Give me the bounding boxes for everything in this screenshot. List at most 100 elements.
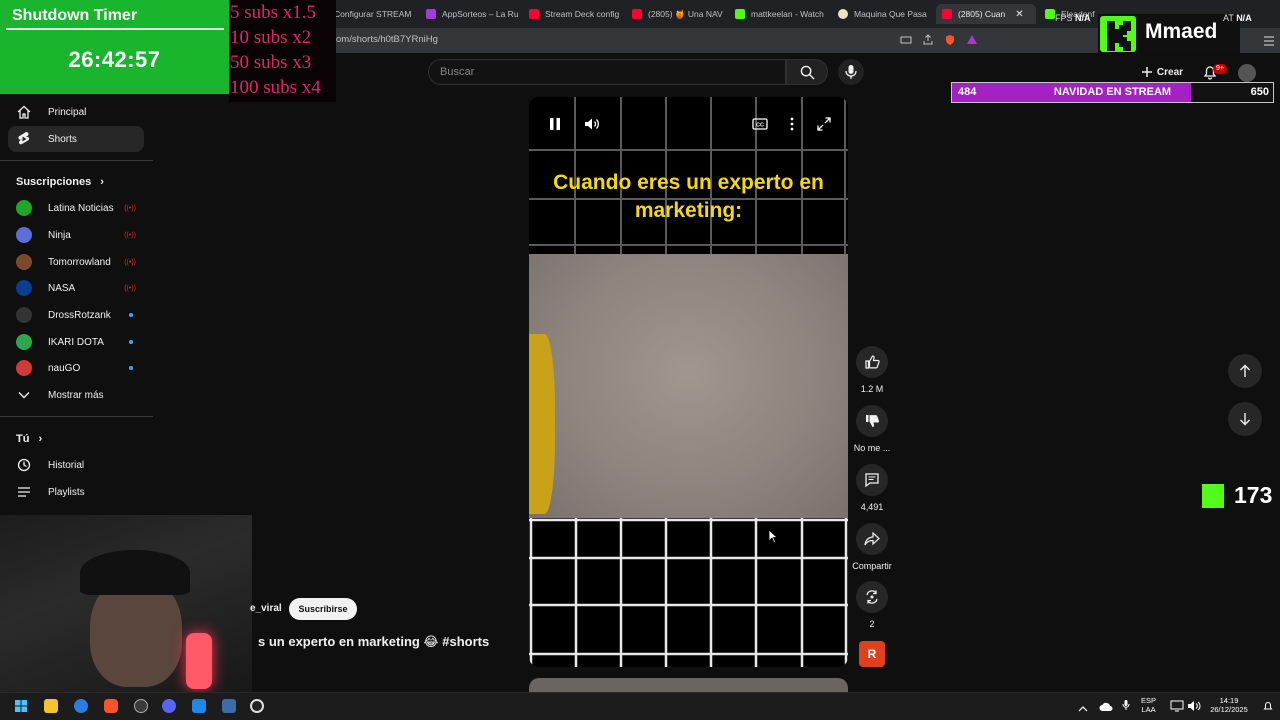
notification-badge: 9+: [1213, 64, 1227, 74]
streamer-name: Mmaed: [1145, 20, 1218, 43]
kick-viewer-counter: 173: [1202, 482, 1272, 509]
new-content-dot: [129, 340, 133, 344]
live-indicator-icon: ((•)): [124, 204, 136, 212]
system-clock[interactable]: 14:19 26/12/2025: [1206, 696, 1252, 714]
microphone-icon[interactable]: [1122, 698, 1130, 716]
timer-divider: [6, 28, 224, 30]
remix-action[interactable]: 2: [851, 581, 893, 629]
dislike-button[interactable]: [856, 405, 888, 437]
share-arrow-icon: [864, 532, 880, 546]
show-more-button[interactable]: Mostrar más: [8, 382, 144, 408]
voice-search-button[interactable]: [838, 59, 864, 85]
comments-button[interactable]: [856, 464, 888, 496]
sidebar-sub-ikari-dota[interactable]: IKARI DOTA: [8, 329, 144, 355]
subscriptions-header[interactable]: Suscripciones ›: [16, 176, 104, 188]
sound-badge[interactable]: R: [859, 641, 885, 667]
edge-icon[interactable]: [74, 699, 88, 713]
fullscreen-button[interactable]: [814, 115, 834, 133]
create-label: Crear: [1156, 66, 1184, 78]
remix-icon: [866, 590, 878, 604]
pause-button[interactable]: [545, 115, 565, 133]
volume-button[interactable]: [582, 115, 602, 133]
previous-short-button[interactable]: [1228, 354, 1262, 388]
remix-button[interactable]: [856, 581, 888, 613]
like-button[interactable]: [856, 346, 888, 378]
brave-icon[interactable]: [104, 699, 118, 713]
obs-icon[interactable]: [134, 699, 148, 713]
browser-tab[interactable]: AppSorteos – La Ru: [426, 4, 518, 24]
chevron-down-icon: [16, 387, 32, 403]
channel-name[interactable]: e_viral: [250, 603, 282, 614]
search-button[interactable]: [786, 59, 828, 85]
volume-icon[interactable]: [1187, 699, 1201, 717]
sidebar-sub-ninja[interactable]: Ninja ((•)): [8, 222, 144, 248]
tab-favicon-icon: [426, 9, 436, 19]
tab-favicon-icon: [942, 9, 952, 19]
discord-icon[interactable]: [162, 699, 176, 713]
tab-favicon-icon: [1045, 9, 1055, 19]
temp-stats: AT N/A: [1223, 13, 1252, 23]
tab-favicon-icon: [735, 9, 745, 19]
timer-title: Shutdown Timer: [12, 7, 138, 24]
browser-tab[interactable]: mattkeelan - Watch: [735, 4, 827, 24]
browser-tab[interactable]: Maquina Que Pasa: [838, 4, 930, 24]
comment-count: 4,491: [860, 502, 884, 512]
mouse-cursor-icon: [768, 529, 778, 543]
sidebar-item-historial[interactable]: Historial: [8, 452, 144, 478]
share-icon[interactable]: [922, 33, 934, 45]
close-tab-icon[interactable]: ✕: [1015, 9, 1023, 20]
app-icon[interactable]: [192, 699, 206, 713]
account-avatar[interactable]: [1238, 64, 1256, 82]
you-section-header[interactable]: Tú ›: [16, 433, 42, 445]
sidebar-sub-nasa[interactable]: NASA ((•)): [8, 275, 144, 301]
sidebar-sub-naugo[interactable]: nauGO: [8, 355, 144, 381]
search-input[interactable]: Buscar: [428, 59, 786, 85]
streamer-cap: [80, 550, 190, 595]
network-icon[interactable]: [1170, 699, 1184, 717]
sidebar-sub-drossrotzank[interactable]: DrossRotzank: [8, 302, 144, 328]
share-action[interactable]: Compartir: [851, 523, 893, 571]
url-field[interactable]: om/shorts/h0tB7YRniHg: [336, 34, 438, 45]
live-indicator-icon: ((•)): [124, 231, 136, 239]
sidebar-divider: [0, 160, 153, 161]
file-explorer-icon[interactable]: [44, 699, 58, 713]
rewards-icon[interactable]: [966, 33, 978, 45]
onedrive-icon[interactable]: [1099, 699, 1113, 717]
chevron-up-icon[interactable]: [1078, 700, 1088, 718]
channel-avatar: [16, 334, 32, 350]
install-app-icon[interactable]: [900, 33, 912, 45]
video-title: s un experto en marketing 😂 #shorts: [258, 634, 490, 649]
subscribe-button[interactable]: Suscribirse: [289, 598, 357, 620]
browser-tab[interactable]: Stream Deck config: [529, 4, 621, 24]
search-placeholder: Buscar: [440, 66, 475, 78]
app-icon[interactable]: [250, 699, 264, 713]
sidebar-item-playlists[interactable]: Playlists: [8, 479, 144, 505]
more-options-button[interactable]: [782, 115, 802, 133]
create-button[interactable]: Crear: [1134, 62, 1190, 82]
captions-button[interactable]: CC: [750, 115, 770, 133]
kick-logo-icon: [1100, 16, 1136, 52]
app-icon[interactable]: [222, 699, 236, 713]
search-icon: [800, 65, 815, 80]
sidebar-divider: [0, 416, 153, 417]
menu-icon[interactable]: [1264, 34, 1274, 52]
browser-tab[interactable]: (2805) 🍯 Una NAV: [632, 4, 724, 24]
sidebar-item-principal[interactable]: Principal: [8, 99, 144, 125]
sidebar-item-shorts[interactable]: Shorts: [8, 126, 144, 152]
windows-start-icon[interactable]: [14, 699, 28, 713]
share-button[interactable]: [856, 523, 888, 555]
like-count: 1.2 M: [860, 384, 884, 394]
sidebar-sub-latina-noticias[interactable]: Latina Noticias ((•)): [8, 195, 144, 221]
brave-shield-icon[interactable]: [944, 33, 956, 45]
goal-title: NAVIDAD EN STREAM: [1053, 86, 1172, 98]
like-action[interactable]: 1.2 M: [851, 346, 893, 394]
sidebar-sub-tomorrowland[interactable]: Tomorrowland ((•)): [8, 249, 144, 275]
notification-center-icon[interactable]: [1262, 699, 1274, 717]
browser-tab-active[interactable]: (2805) Cuan ✕: [936, 4, 1036, 24]
comments-action[interactable]: 4,491: [851, 464, 893, 512]
shorts-video-player[interactable]: Cuando eres un experto en marketing: CC: [529, 97, 848, 667]
input-language[interactable]: ESP LAA: [1141, 696, 1156, 714]
chevron-right-icon: ›: [100, 176, 104, 188]
next-short-button[interactable]: [1228, 402, 1262, 436]
dislike-action[interactable]: No me ...: [851, 405, 893, 453]
